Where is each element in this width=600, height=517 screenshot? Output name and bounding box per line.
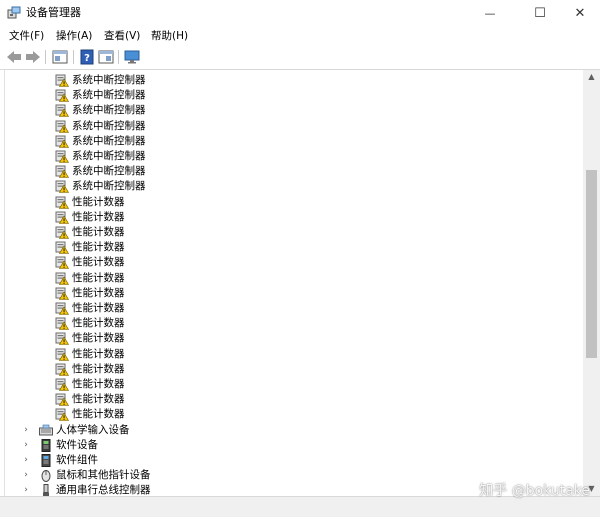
device-warning-icon	[55, 135, 69, 148]
menu-file[interactable]: 文件(F)	[9, 29, 44, 43]
device-label: 性能计数器	[72, 332, 125, 345]
chevron-right-icon[interactable]: ›	[21, 438, 31, 453]
device-label: 系统中断控制器	[72, 150, 146, 162]
mouse-icon	[41, 470, 51, 483]
close-button[interactable]: ✕	[558, 0, 600, 27]
device-label: 性能计数器	[72, 393, 125, 406]
device-label: 系统中断控制器	[72, 134, 146, 147]
device-warning-icon	[55, 408, 69, 422]
help-icon[interactable]: ?	[78, 49, 96, 65]
category-label: 通用串行总线控制器	[56, 484, 151, 496]
usb-icon	[43, 484, 49, 496]
device-label: 系统中断控制器	[72, 104, 146, 117]
menu-help[interactable]: 帮助(H)	[151, 29, 188, 43]
device-label: 性能计数器	[72, 226, 125, 238]
device-warning-icon	[55, 180, 69, 194]
back-arrow-icon[interactable]	[5, 49, 23, 65]
maximize-icon: ☐	[534, 6, 546, 21]
software-device-icon	[41, 438, 51, 452]
software-component-icon	[41, 454, 51, 467]
device-label: 性能计数器	[72, 378, 125, 390]
title-bar: 设备管理器 — ☐ ✕	[0, 0, 600, 27]
device-label: 系统中断控制器	[72, 119, 146, 132]
chevron-right-icon[interactable]: ›	[21, 483, 31, 496]
chevron-right-icon[interactable]: ›	[21, 453, 31, 468]
chevron-up-icon: ▲	[588, 72, 595, 81]
toolbar: ?	[0, 45, 600, 70]
device-label: 性能计数器	[72, 195, 125, 208]
device-warning-icon	[55, 89, 69, 102]
minimize-icon: —	[484, 7, 496, 20]
menu-bar: 文件(F) 操作(A) 查看(V) 帮助(H)	[0, 27, 600, 45]
device-warning-icon	[55, 393, 69, 406]
device-label: 性能计数器	[72, 241, 125, 254]
category-label: 人体学输入设备	[56, 423, 130, 436]
device-label: 性能计数器	[72, 271, 125, 284]
device-label: 性能计数器	[72, 256, 125, 269]
close-icon: ✕	[574, 6, 586, 21]
device-warning-icon	[55, 226, 69, 239]
device-label: 系统中断控制器	[72, 74, 146, 86]
device-tree[interactable]: 系统中断控制器 系统中断控制器 系统中断控制器 系统中断控制器 系统中断控制器 系统中断控…	[4, 70, 583, 496]
maximize-button[interactable]: ☐	[518, 0, 562, 27]
device-warning-icon	[55, 150, 69, 163]
vertical-scrollbar[interactable]: ▲ ▼	[583, 70, 600, 496]
minimize-button[interactable]: —	[468, 0, 512, 27]
device-label: 性能计数器	[72, 408, 125, 421]
device-warning-icon	[55, 165, 69, 178]
device-warning-icon	[55, 317, 69, 330]
device-label: 系统中断控制器	[72, 165, 146, 178]
chevron-right-icon[interactable]: ›	[21, 423, 31, 438]
device-warning-icon	[55, 287, 69, 300]
device-warning-icon	[55, 104, 69, 118]
device-label: 性能计数器	[72, 347, 125, 360]
device-label: 性能计数器	[72, 362, 125, 375]
scroll-up-button[interactable]: ▲	[583, 70, 600, 84]
device-label: 系统中断控制器	[72, 180, 146, 193]
device-warning-icon	[55, 363, 69, 376]
toolbar-separator	[73, 50, 74, 64]
device-warning-icon	[55, 302, 69, 315]
device-manager-app-icon	[7, 6, 21, 19]
device-label: 性能计数器	[72, 286, 125, 299]
device-label: 性能计数器	[72, 210, 125, 223]
category-label: 软件设备	[56, 438, 98, 451]
device-warning-icon	[55, 74, 69, 87]
scrollbar-thumb[interactable]	[586, 170, 597, 358]
device-label: 性能计数器	[72, 302, 125, 314]
device-warning-icon	[55, 332, 69, 346]
device-warning-icon	[55, 348, 69, 361]
toolbar-separator	[118, 50, 119, 64]
device-warning-icon	[55, 272, 69, 285]
monitor-icon[interactable]	[123, 49, 141, 65]
details-panel-icon[interactable]	[97, 49, 115, 65]
device-label: 系统中断控制器	[72, 89, 146, 102]
menu-action[interactable]: 操作(A)	[56, 29, 92, 43]
properties-panel-icon[interactable]	[51, 49, 69, 65]
device-warning-icon	[55, 378, 69, 391]
category-label: 鼠标和其他指针设备	[56, 469, 151, 482]
keyboard-icon	[39, 424, 53, 436]
device-warning-icon	[55, 241, 69, 254]
device-warning-icon	[55, 256, 69, 270]
watermark: 知乎 @bokutake	[479, 483, 590, 499]
window-title: 设备管理器	[26, 6, 81, 19]
forward-arrow-icon[interactable]	[24, 49, 42, 65]
menu-view[interactable]: 查看(V)	[104, 29, 140, 43]
device-warning-icon	[55, 120, 69, 133]
category-label: 软件组件	[56, 454, 98, 466]
svg-text:?: ?	[84, 53, 90, 64]
device-warning-icon	[55, 196, 69, 209]
device-warning-icon	[55, 211, 69, 224]
chevron-right-icon[interactable]: ›	[21, 468, 31, 483]
device-label: 性能计数器	[72, 317, 125, 330]
toolbar-separator	[45, 50, 46, 64]
